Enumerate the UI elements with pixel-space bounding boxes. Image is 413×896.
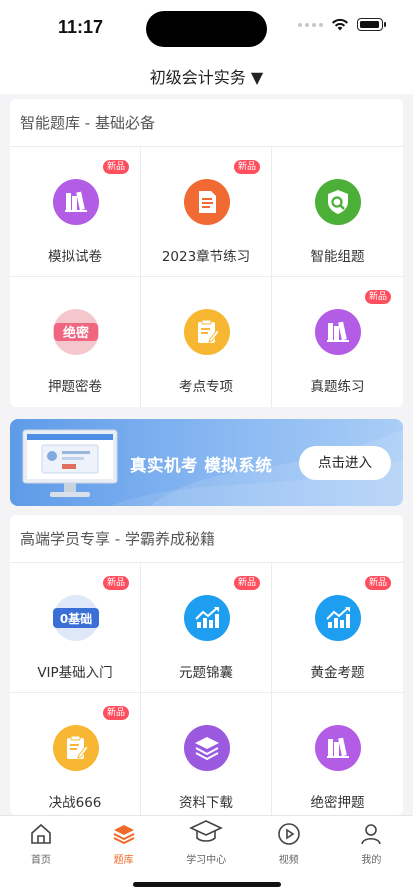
new-badge: 新品: [234, 160, 261, 174]
grid-item-label: 元题锦囊: [179, 665, 233, 681]
wifi-icon: [332, 18, 348, 31]
dynamic-island: [146, 11, 267, 47]
document-icon: [184, 179, 230, 225]
shield-search-icon: [315, 179, 361, 225]
home-indicator: [133, 882, 281, 887]
banner-text: 真实机考 模拟系统: [130, 456, 273, 475]
grid-item-label: 押题密卷: [48, 379, 102, 395]
grid-item-label: VIP基础入门: [37, 665, 113, 681]
tab-label: 视频: [278, 855, 299, 866]
books-icon: [315, 309, 361, 355]
secret-stamp-icon: 绝密: [53, 309, 99, 355]
chart-up-icon: [184, 595, 230, 641]
grid-item-label: 考点专项: [179, 379, 233, 395]
svg-text:绝密: 绝密: [63, 325, 89, 341]
tab-user[interactable]: 我的: [330, 816, 412, 872]
status-bar: 11:17: [0, 0, 413, 56]
tab-home[interactable]: 首页: [0, 816, 82, 872]
grid-item-label: 2023章节练习: [161, 249, 251, 265]
grid-item-label: 资料下载: [179, 795, 233, 811]
status-icons: [298, 18, 386, 31]
grid-item[interactable]: 资料下载: [141, 693, 272, 815]
layers-icon: [184, 725, 230, 771]
tab-label: 首页: [31, 855, 51, 866]
grid-item[interactable]: 元题锦囊 新品: [141, 563, 272, 693]
tab-play[interactable]: 视频: [248, 816, 330, 872]
smart-question-bank-card: 智能题库 - 基础必备 模拟试卷 新品 2023章节练习 新品 智能组题 绝密 押题密…: [10, 99, 403, 407]
tab-label: 题库: [113, 855, 134, 866]
status-time: 11:17: [58, 17, 104, 37]
home-icon: [29, 822, 53, 846]
new-badge: 新品: [103, 576, 130, 590]
new-badge: 新品: [365, 290, 392, 304]
grid-item-label: 模拟试卷: [48, 249, 102, 265]
section-title: 高端学员专享 - 学霸养成秘籍: [10, 515, 403, 563]
grid-item-label: 智能组题: [310, 249, 365, 265]
subject-selector[interactable]: 初级会计实务 ▼: [150, 64, 263, 88]
grid-item[interactable]: 绝密 押题密卷: [10, 277, 141, 407]
grid-item[interactable]: 智能组题: [272, 147, 403, 277]
grid-item-label: 绝密押题: [310, 795, 365, 811]
tab-stack[interactable]: 题库: [83, 816, 165, 872]
clipboard-edit-icon: [53, 725, 99, 771]
feature-grid: 0基础 VIP基础入门 新品 元题锦囊 新品 黄金考题 新品 决战666 新品 资料下载 …: [10, 563, 403, 815]
grid-item[interactable]: 黄金考题 新品: [272, 563, 403, 693]
tab-graduation-cap[interactable]: 学习中心: [165, 816, 247, 872]
grid-item[interactable]: 模拟试卷 新品: [10, 147, 141, 277]
enter-button[interactable]: 点击进入: [299, 446, 391, 480]
grid-item[interactable]: 0基础 VIP基础入门 新品: [10, 563, 141, 693]
grid-item[interactable]: 真题练习 新品: [272, 277, 403, 407]
section-title: 智能题库 - 基础必备: [10, 99, 403, 147]
grid-item-label: 真题练习: [310, 379, 365, 395]
grid-item[interactable]: 2023章节练习 新品: [141, 147, 272, 277]
new-badge: 新品: [234, 576, 261, 590]
tab-label: 我的: [361, 855, 382, 866]
grid-item[interactable]: 绝密押题: [272, 693, 403, 815]
stack-icon: [112, 822, 136, 846]
grid-item-label: 黄金考题: [310, 665, 365, 681]
graduation-cap-icon: [189, 820, 224, 846]
books-icon: [53, 179, 99, 225]
new-badge: 新品: [103, 160, 130, 174]
new-badge: 新品: [365, 576, 392, 590]
chart-up-icon: [315, 595, 361, 641]
tab-label: 学习中心: [186, 855, 227, 866]
battery-icon: [357, 18, 386, 31]
svg-text:0基础: 0基础: [60, 611, 92, 626]
signal-icon: [298, 22, 323, 27]
clipboard-edit-icon: [184, 309, 230, 355]
grid-item[interactable]: 决战666 新品: [10, 693, 141, 815]
new-badge: 新品: [103, 706, 130, 720]
books-icon: [315, 725, 361, 771]
grid-item[interactable]: 考点专项: [141, 277, 272, 407]
zero-basics-icon: 0基础: [53, 595, 99, 641]
exam-simulator-banner[interactable]: 真实机考 模拟系统 点击进入: [10, 419, 403, 506]
play-icon: [277, 822, 301, 846]
vip-card: 高端学员专享 - 学霸养成秘籍 0基础 VIP基础入门 新品 元题锦囊 新品 黄金考题…: [10, 515, 403, 815]
user-icon: [359, 822, 383, 846]
computer-monitor-icon: [22, 429, 118, 497]
subject-header: 初级会计实务 ▼: [0, 56, 413, 94]
grid-item-label: 决战666: [48, 795, 102, 811]
feature-grid: 模拟试卷 新品 2023章节练习 新品 智能组题 绝密 押题密卷 考点专项 真题练习新…: [10, 147, 403, 407]
